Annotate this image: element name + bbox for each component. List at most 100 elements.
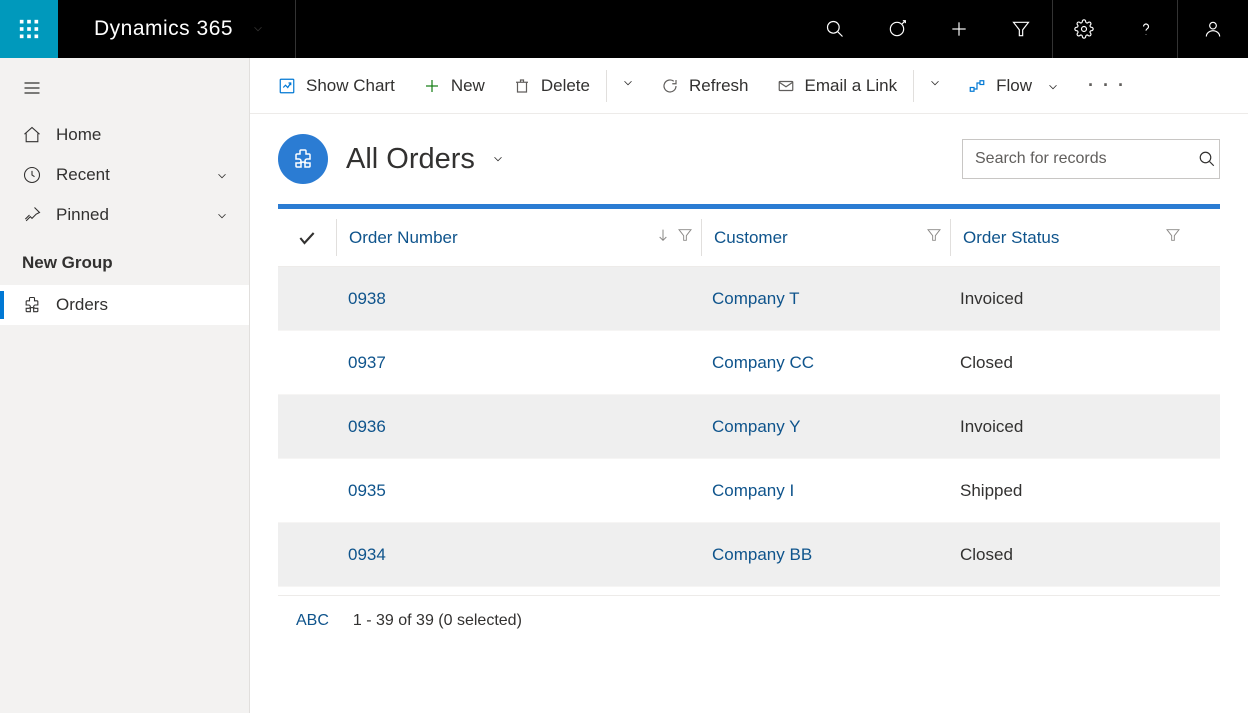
sidebar-item-recent[interactable]: Recent	[0, 155, 249, 195]
grid-footer: ABC 1 - 39 of 39 (0 selected)	[278, 595, 1220, 645]
cell-customer[interactable]: Company I	[700, 481, 948, 501]
cell-order-number[interactable]: 0935	[336, 481, 700, 501]
global-search-button[interactable]	[804, 0, 866, 58]
plus-icon	[423, 77, 441, 95]
target-icon	[887, 19, 907, 39]
table-row[interactable]: 0934 Company BB Closed	[278, 523, 1220, 587]
cell-order-number[interactable]: 0937	[336, 353, 700, 373]
sort-desc-icon	[655, 227, 671, 248]
table-row[interactable]	[278, 587, 1220, 595]
column-filter-button[interactable]	[1165, 227, 1181, 248]
column-header-label: Order Number	[337, 228, 458, 248]
refresh-button[interactable]: Refresh	[647, 70, 763, 102]
settings-button[interactable]	[1053, 0, 1115, 58]
cell-order-number[interactable]: 0936	[336, 417, 700, 437]
column-header-customer[interactable]: Customer	[702, 209, 950, 266]
sidebar-item-orders[interactable]: Orders	[0, 285, 249, 325]
more-commands-button[interactable]: · · ·	[1074, 69, 1140, 102]
help-button[interactable]	[1115, 0, 1177, 58]
command-label: Email a Link	[805, 76, 898, 96]
app-launcher-button[interactable]	[0, 0, 58, 58]
grid-body[interactable]: 0938 Company T Invoiced 0937 Company CC …	[278, 267, 1220, 595]
sidebar-item-label: Orders	[56, 295, 108, 315]
view-header: All Orders	[250, 114, 1248, 204]
record-count-label: 1 - 39 of 39 (0 selected)	[353, 612, 522, 630]
cell-status: Shipped	[948, 481, 1186, 501]
command-label: Refresh	[689, 76, 749, 96]
mail-icon	[777, 77, 795, 95]
ellipsis-icon: · · ·	[1088, 75, 1126, 95]
sidebar-item-pinned[interactable]: Pinned	[0, 195, 249, 235]
new-button[interactable]: New	[409, 70, 499, 102]
cell-order-number[interactable]: 0938	[336, 289, 700, 309]
plus-icon	[949, 19, 969, 39]
alphabet-filter-button[interactable]: ABC	[296, 612, 329, 630]
brand-label: Dynamics 365	[94, 17, 233, 41]
command-label: Delete	[541, 76, 590, 96]
brand-dropdown[interactable]: Dynamics 365	[58, 0, 296, 58]
search-icon	[825, 19, 845, 39]
advanced-filter-button[interactable]	[990, 0, 1052, 58]
column-header-label: Customer	[702, 228, 788, 248]
chevron-down-icon	[215, 208, 229, 222]
pin-icon	[22, 205, 42, 225]
column-header-order-number[interactable]: Order Number	[337, 209, 701, 266]
show-chart-button[interactable]: Show Chart	[264, 70, 409, 102]
flow-icon	[968, 77, 986, 95]
cell-status: Closed	[948, 545, 1186, 565]
column-filter-button[interactable]	[677, 227, 693, 248]
search-icon	[1198, 150, 1216, 168]
puzzle-icon	[291, 147, 315, 171]
account-button[interactable]	[1178, 0, 1248, 58]
menu-icon	[22, 78, 42, 98]
command-label: New	[451, 76, 485, 96]
chevron-down-icon	[215, 168, 229, 182]
view-selector-button[interactable]	[491, 152, 505, 166]
home-icon	[22, 125, 42, 145]
search-box[interactable]	[962, 139, 1220, 179]
top-bar: Dynamics 365	[0, 0, 1248, 58]
chevron-down-icon	[928, 77, 942, 94]
sidebar-item-label: Pinned	[56, 205, 109, 225]
check-icon	[297, 228, 317, 248]
select-all-toggle[interactable]	[278, 209, 336, 266]
waffle-icon	[18, 18, 40, 40]
cell-customer[interactable]: Company T	[700, 289, 948, 309]
table-row[interactable]: 0936 Company Y Invoiced	[278, 395, 1220, 459]
sidebar-item-label: Home	[56, 125, 101, 145]
chevron-down-icon	[491, 152, 505, 166]
sidebar-item-home[interactable]: Home	[0, 115, 249, 155]
cell-status: Invoiced	[948, 289, 1186, 309]
flow-button[interactable]: Flow	[954, 70, 1074, 102]
cell-customer[interactable]: Company BB	[700, 545, 948, 565]
search-input[interactable]	[963, 140, 1194, 178]
quick-create-button[interactable]	[928, 0, 990, 58]
view-title: All Orders	[346, 143, 475, 176]
funnel-icon	[1011, 19, 1031, 39]
puzzle-icon	[22, 295, 42, 315]
cell-status: Closed	[948, 353, 1186, 373]
table-row[interactable]: 0938 Company T Invoiced	[278, 267, 1220, 331]
main-content: Show Chart New Delete Refresh Email a Li…	[250, 58, 1248, 713]
email-link-split-button[interactable]	[916, 70, 954, 101]
column-filter-button[interactable]	[926, 227, 942, 248]
command-label: Flow	[996, 76, 1032, 96]
cell-customer[interactable]: Company Y	[700, 417, 948, 437]
question-icon	[1136, 19, 1156, 39]
cell-customer[interactable]: Company CC	[700, 353, 948, 373]
table-row[interactable]: 0935 Company I Shipped	[278, 459, 1220, 523]
email-link-button[interactable]: Email a Link	[763, 70, 912, 102]
delete-split-button[interactable]	[609, 70, 647, 101]
task-flow-button[interactable]	[866, 0, 928, 58]
search-button[interactable]	[1194, 150, 1219, 168]
clock-icon	[22, 165, 42, 185]
delete-button[interactable]: Delete	[499, 70, 604, 102]
cell-status: Invoiced	[948, 417, 1186, 437]
sidebar-toggle-button[interactable]	[0, 62, 249, 115]
cell-order-number[interactable]: 0934	[336, 545, 700, 565]
column-header-order-status[interactable]: Order Status	[951, 209, 1189, 266]
table-row[interactable]: 0937 Company CC Closed	[278, 331, 1220, 395]
sidebar-item-label: Recent	[56, 165, 110, 185]
column-header-label: Order Status	[951, 228, 1059, 248]
person-icon	[1203, 19, 1223, 39]
